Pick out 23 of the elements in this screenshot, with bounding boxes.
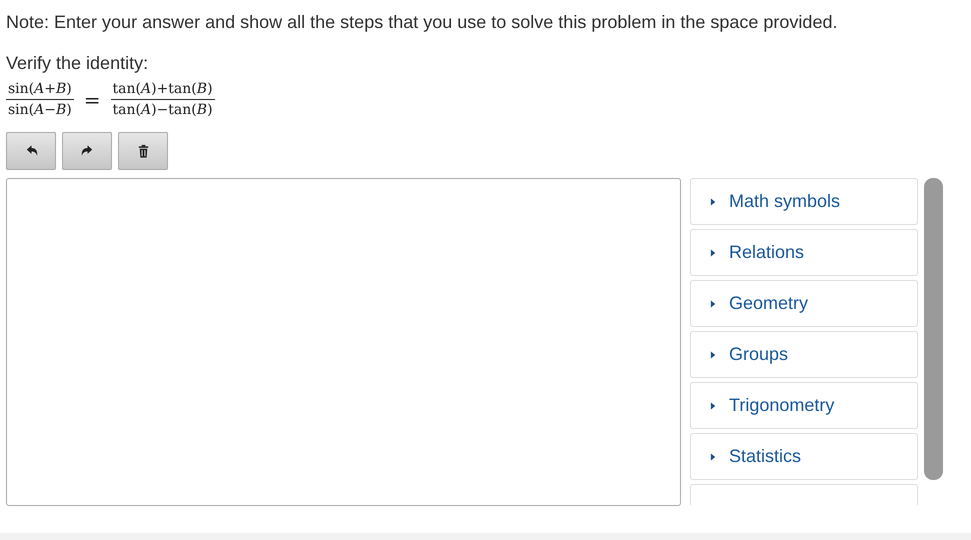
caret-icon xyxy=(710,402,717,410)
category-header[interactable]: Statistics xyxy=(690,433,918,480)
category-header[interactable]: Geometry xyxy=(690,280,918,327)
scrollbar-thumb[interactable] xyxy=(924,178,943,480)
fraction-denominator: sin(A−B) xyxy=(7,101,73,118)
category-header[interactable]: Groups xyxy=(690,331,918,378)
caret-icon xyxy=(710,452,717,460)
question-prompt: Verify the identity: xyxy=(6,52,150,74)
delete-button[interactable] xyxy=(118,132,168,170)
instruction-note: Note: Enter your answer and show all the steps that you use to solve this problem in the space provided. xyxy=(6,11,838,33)
caret-icon xyxy=(710,248,717,256)
caret-icon xyxy=(710,300,717,308)
undo-button[interactable] xyxy=(6,132,56,170)
category-header[interactable]: Trigonometry xyxy=(690,382,918,429)
category-header[interactable]: Relations xyxy=(690,229,918,276)
category-header[interactable]: Math symbols xyxy=(690,178,918,225)
equals-sign: = xyxy=(84,88,101,112)
fraction-denominator: tan(A)−tan(B) xyxy=(112,101,214,118)
fraction-numerator: sin(A+B) xyxy=(6,81,74,100)
caret-icon xyxy=(710,198,717,206)
caret-icon xyxy=(710,350,717,358)
redo-button[interactable] xyxy=(62,132,112,170)
fraction-numerator: tan(A)+tan(B) xyxy=(110,81,215,100)
